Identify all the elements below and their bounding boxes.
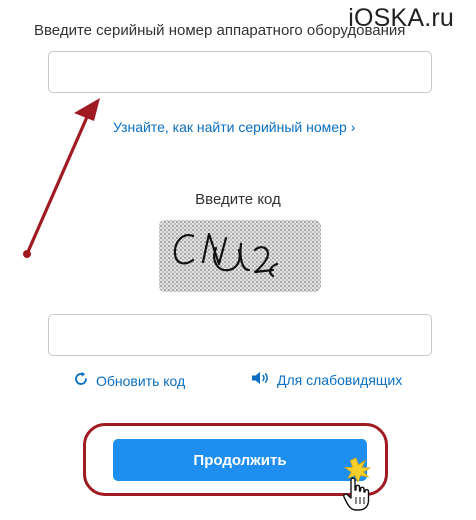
audio-captcha-link[interactable]: Для слабовидящих — [250, 370, 402, 389]
continue-button[interactable]: Продолжить — [113, 439, 367, 481]
captcha-image — [159, 220, 321, 292]
audio-captcha-label: Для слабовидящих — [277, 371, 403, 388]
serial-number-input[interactable] — [48, 51, 432, 93]
refresh-code-label: Обновить код — [96, 372, 186, 389]
speaker-icon — [250, 370, 272, 389]
hand-pointer-icon — [336, 456, 376, 519]
refresh-code-link[interactable]: Обновить код — [72, 370, 185, 391]
code-label: Введите код — [195, 191, 281, 208]
code-input[interactable] — [48, 314, 432, 356]
click-burst-icon — [343, 457, 372, 484]
captcha-glyphs — [173, 232, 279, 278]
find-serial-link[interactable]: Узнайте, как найти серийный номер › — [113, 119, 355, 135]
refresh-icon — [72, 370, 90, 391]
serial-number-label: Введите серийный номер аппаратного обору… — [34, 22, 406, 39]
